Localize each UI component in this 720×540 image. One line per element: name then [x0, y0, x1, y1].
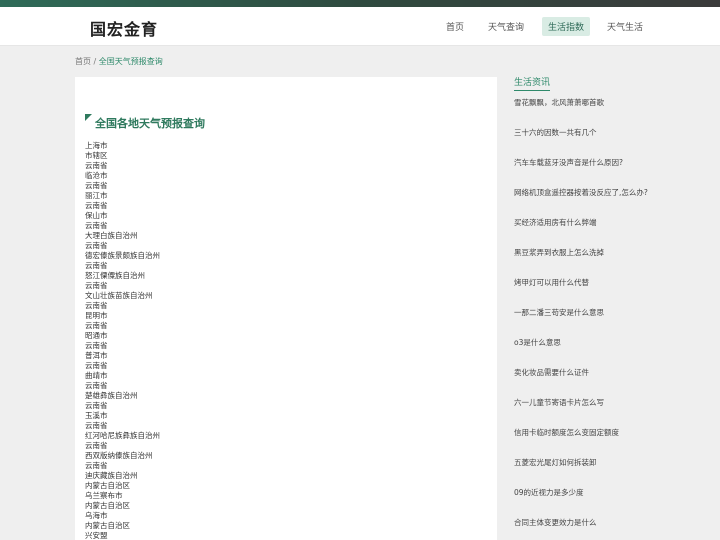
- sidebar-article-link[interactable]: 五菱宏光尾灯如何拆装卸: [514, 458, 648, 488]
- sidebar-article-link[interactable]: 黑豆浆弄到衣服上怎么洗掉: [514, 248, 648, 278]
- region-list-item[interactable]: 丽江市: [85, 191, 160, 201]
- region-list-item[interactable]: 昆明市: [85, 311, 160, 321]
- region-list-item[interactable]: 云南省: [85, 361, 160, 371]
- nav-weather-life[interactable]: 天气生活: [607, 20, 643, 33]
- sidebar-article-link[interactable]: 汽车车载蓝牙没声音是什么原因?: [514, 158, 648, 188]
- breadcrumb: 首页 / 全国天气预报查询: [75, 56, 163, 67]
- main-nav: 首页 天气查询 生活指数 天气生活: [0, 7, 720, 46]
- region-list-item[interactable]: 云南省: [85, 221, 160, 231]
- region-list-item[interactable]: 大理白族自治州: [85, 231, 160, 241]
- nav-home[interactable]: 首页: [446, 20, 464, 33]
- page-title: 全国各地天气预报查询: [85, 114, 205, 131]
- region-list-item[interactable]: 文山壮族苗族自治州: [85, 291, 160, 301]
- region-list-item[interactable]: 云南省: [85, 161, 160, 171]
- region-list-item[interactable]: 云南省: [85, 381, 160, 391]
- sidebar-article-link[interactable]: 买经济适用房有什么弊端: [514, 218, 648, 248]
- site-header: 国宏金育 首页 天气查询 生活指数 天气生活: [0, 7, 720, 46]
- region-list-item[interactable]: 德宏傣族景颇族自治州: [85, 251, 160, 261]
- region-list-item[interactable]: 云南省: [85, 421, 160, 431]
- region-list-item[interactable]: 兴安盟: [85, 531, 160, 540]
- sidebar-article-link[interactable]: 合同主体变更效力是什么: [514, 518, 648, 540]
- region-list-item[interactable]: 云南省: [85, 241, 160, 251]
- sidebar-article-link[interactable]: 烤甲灯可以用什么代替: [514, 278, 648, 308]
- sidebar-article-link[interactable]: 一那二潘三苟安是什么意思: [514, 308, 648, 338]
- region-list-item[interactable]: 内蒙古自治区: [85, 501, 160, 511]
- region-list-item[interactable]: 上海市: [85, 141, 160, 151]
- sidebar-article-link[interactable]: 卖化妆品需要什么证件: [514, 368, 648, 398]
- region-list-item[interactable]: 云南省: [85, 281, 160, 291]
- sidebar-article-link[interactable]: 网络机顶盒遥控器按着没反应了,怎么办?: [514, 188, 648, 218]
- region-list-item[interactable]: 云南省: [85, 301, 160, 311]
- region-list-item[interactable]: 保山市: [85, 211, 160, 221]
- sidebar-article-link[interactable]: 雪花飘飘，北风萧萧哪首歌: [514, 98, 648, 128]
- sidebar-title: 生活资讯: [514, 75, 551, 91]
- sidebar-article-link[interactable]: 09的近视力是多少度: [514, 488, 648, 518]
- nav-life-index[interactable]: 生活指数: [542, 17, 591, 36]
- region-list-item[interactable]: 西双版纳傣族自治州: [85, 451, 160, 461]
- region-list-item[interactable]: 迪庆藏族自治州: [85, 471, 160, 481]
- top-accent-bar: [0, 0, 720, 7]
- region-list-item[interactable]: 昭通市: [85, 331, 160, 341]
- breadcrumb-home[interactable]: 首页: [75, 57, 91, 66]
- region-list-item[interactable]: 内蒙古自治区: [85, 521, 160, 531]
- region-list-item[interactable]: 怒江傈僳族自治州: [85, 271, 160, 281]
- region-list-item[interactable]: 云南省: [85, 461, 160, 471]
- region-list-item[interactable]: 玉溪市: [85, 411, 160, 421]
- region-list-item[interactable]: 云南省: [85, 341, 160, 351]
- region-list-item[interactable]: 红河哈尼族彝族自治州: [85, 431, 160, 441]
- region-list-item[interactable]: 云南省: [85, 261, 160, 271]
- sidebar-article-link[interactable]: 三十六的因数一共有几个: [514, 128, 648, 158]
- region-list-item[interactable]: 普洱市: [85, 351, 160, 361]
- sidebar-article-link[interactable]: 信用卡临时额度怎么变固定额度: [514, 428, 648, 458]
- main-content: 全国各地天气预报查询 上海市 市辖区 云南省 临沧市 云南省 丽江市 云南省 保山市 云南省 大理…: [75, 77, 497, 540]
- breadcrumb-separator: /: [91, 57, 99, 66]
- region-list-item[interactable]: 乌兰察布市: [85, 491, 160, 501]
- region-list-item[interactable]: 曲靖市: [85, 371, 160, 381]
- sidebar-article-link[interactable]: 六一儿童节寄语卡片怎么写: [514, 398, 648, 428]
- region-list-item[interactable]: 楚雄彝族自治州: [85, 391, 160, 401]
- region-list-item[interactable]: 云南省: [85, 441, 160, 451]
- region-list-item[interactable]: 乌海市: [85, 511, 160, 521]
- sidebar-article-link[interactable]: o3是什么意思: [514, 338, 648, 368]
- region-list-item[interactable]: 云南省: [85, 181, 160, 191]
- sidebar-list: 雪花飘飘，北风萧萧哪首歌 三十六的因数一共有几个 汽车车载蓝牙没声音是什么原因? 网络…: [514, 98, 648, 540]
- breadcrumb-current: 全国天气预报查询: [98, 57, 163, 66]
- nav-weather-query[interactable]: 天气查询: [488, 20, 524, 33]
- region-list: 上海市 市辖区 云南省 临沧市 云南省 丽江市 云南省 保山市 云南省 大理白族自治州 云南省 德宏傣…: [85, 141, 160, 540]
- region-list-item[interactable]: 内蒙古自治区: [85, 481, 160, 491]
- region-list-item[interactable]: 市辖区: [85, 151, 160, 161]
- region-list-item[interactable]: 云南省: [85, 401, 160, 411]
- region-list-item[interactable]: 云南省: [85, 201, 160, 211]
- region-list-item[interactable]: 云南省: [85, 321, 160, 331]
- region-list-item[interactable]: 临沧市: [85, 171, 160, 181]
